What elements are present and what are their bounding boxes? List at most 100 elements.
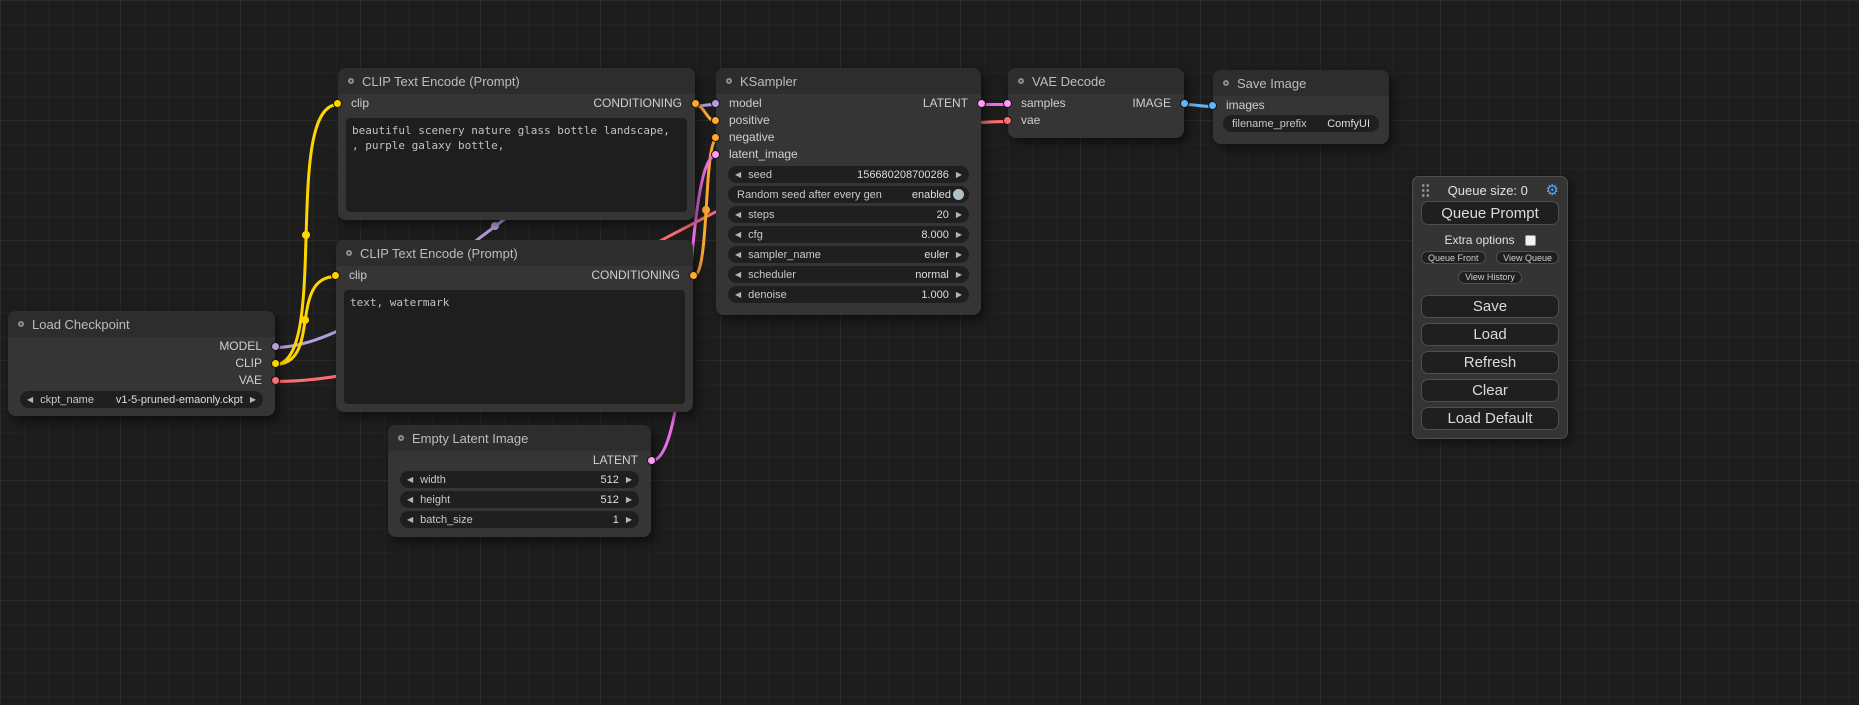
decrement-arrow-icon[interactable]: ◀	[735, 211, 741, 219]
node-header[interactable]: KSampler	[716, 68, 981, 94]
output-label-conditioning: CONDITIONING	[593, 96, 682, 110]
collapse-dot-icon[interactable]	[726, 78, 732, 84]
collapse-dot-icon[interactable]	[346, 250, 352, 256]
clip-output-port[interactable]	[271, 359, 280, 368]
widget-cfg[interactable]: ◀ cfg 8.000 ▶	[728, 226, 969, 243]
decrement-arrow-icon[interactable]: ◀	[735, 291, 741, 299]
decrement-arrow-icon[interactable]: ◀	[735, 271, 741, 279]
widget-seed[interactable]: ◀ seed 156680208700286 ▶	[728, 166, 969, 183]
widget-filename-prefix[interactable]: filename_prefix ComfyUI	[1223, 115, 1379, 132]
vae-output-port[interactable]	[271, 376, 280, 385]
widget-name: steps	[748, 209, 774, 221]
widget-sampler-name[interactable]: ◀ sampler_name euler ▶	[728, 246, 969, 263]
collapse-dot-icon[interactable]	[18, 321, 24, 327]
increment-arrow-icon[interactable]: ▶	[956, 211, 962, 219]
output-label-latent: LATENT	[593, 453, 638, 467]
output-label-clip: CLIP	[235, 356, 262, 370]
widget-scheduler[interactable]: ◀ scheduler normal ▶	[728, 266, 969, 283]
decrement-arrow-icon[interactable]: ◀	[27, 396, 33, 404]
extra-options-checkbox[interactable]	[1525, 235, 1536, 246]
widget-denoise[interactable]: ◀ denoise 1.000 ▶	[728, 286, 969, 303]
node-header[interactable]: VAE Decode	[1008, 68, 1184, 94]
node-header[interactable]: Load Checkpoint	[8, 311, 275, 337]
image-output-port[interactable]	[1180, 99, 1189, 108]
widget-name: height	[420, 494, 450, 506]
toggle-knob-icon[interactable]	[953, 189, 964, 200]
decrement-arrow-icon[interactable]: ◀	[407, 476, 413, 484]
conditioning-output-port[interactable]	[691, 99, 700, 108]
queue-front-button[interactable]: Queue Front	[1421, 251, 1486, 264]
model-output-port[interactable]	[271, 342, 280, 351]
negative-prompt-input[interactable]: text, watermark	[344, 290, 685, 404]
increment-arrow-icon[interactable]: ▶	[250, 396, 256, 404]
input-label-images: images	[1226, 98, 1265, 112]
node-empty-latent-image[interactable]: Empty Latent Image LATENT ◀ width 512 ▶ …	[388, 425, 651, 537]
decrement-arrow-icon[interactable]: ◀	[735, 171, 741, 179]
latent-output-port[interactable]	[647, 456, 656, 465]
node-vae-decode[interactable]: VAE Decode samples IMAGE vae	[1008, 68, 1184, 138]
node-title: CLIP Text Encode (Prompt)	[360, 246, 518, 261]
increment-arrow-icon[interactable]: ▶	[956, 271, 962, 279]
increment-arrow-icon[interactable]: ▶	[956, 251, 962, 259]
widget-value: 20	[937, 209, 949, 221]
refresh-button[interactable]: Refresh	[1421, 351, 1559, 374]
collapse-dot-icon[interactable]	[1018, 78, 1024, 84]
input-label-clip: clip	[349, 268, 367, 282]
collapse-dot-icon[interactable]	[1223, 80, 1229, 86]
negative-input-port[interactable]	[711, 133, 720, 142]
positive-prompt-input[interactable]: beautiful scenery nature glass bottle la…	[346, 118, 687, 212]
widget-steps[interactable]: ◀ steps 20 ▶	[728, 206, 969, 223]
clear-button[interactable]: Clear	[1421, 379, 1559, 402]
increment-arrow-icon[interactable]: ▶	[956, 171, 962, 179]
node-header[interactable]: CLIP Text Encode (Prompt)	[336, 240, 693, 266]
vae-input-port[interactable]	[1003, 116, 1012, 125]
view-queue-button[interactable]: View Queue	[1496, 251, 1559, 264]
drag-handle-icon[interactable]	[1421, 182, 1430, 198]
node-clip-text-encode-negative[interactable]: CLIP Text Encode (Prompt) clip CONDITION…	[336, 240, 693, 412]
widget-batch-size[interactable]: ◀ batch_size 1 ▶	[400, 511, 639, 528]
conditioning-output-port[interactable]	[689, 271, 698, 280]
images-input-port[interactable]	[1208, 101, 1217, 110]
increment-arrow-icon[interactable]: ▶	[956, 291, 962, 299]
node-header[interactable]: Save Image	[1213, 70, 1389, 96]
widget-random-seed-toggle[interactable]: Random seed after every gen enabled	[728, 186, 969, 203]
decrement-arrow-icon[interactable]: ◀	[407, 496, 413, 504]
node-ksampler[interactable]: KSampler model LATENT positive negative …	[716, 68, 981, 315]
clip-input-port[interactable]	[333, 99, 342, 108]
node-title: Save Image	[1237, 76, 1306, 91]
widget-width[interactable]: ◀ width 512 ▶	[400, 471, 639, 488]
increment-arrow-icon[interactable]: ▶	[626, 476, 632, 484]
save-button[interactable]: Save	[1421, 295, 1559, 318]
increment-arrow-icon[interactable]: ▶	[956, 231, 962, 239]
positive-input-port[interactable]	[711, 116, 720, 125]
decrement-arrow-icon[interactable]: ◀	[735, 231, 741, 239]
settings-gear-icon[interactable]: ⚙	[1546, 181, 1559, 199]
load-default-button[interactable]: Load Default	[1421, 407, 1559, 430]
queue-prompt-button[interactable]: Queue Prompt	[1421, 201, 1559, 225]
node-load-checkpoint[interactable]: Load Checkpoint MODEL CLIP VAE ◀ ckpt_na…	[8, 311, 275, 416]
view-history-button[interactable]: View History	[1458, 271, 1522, 284]
node-clip-text-encode-positive[interactable]: CLIP Text Encode (Prompt) clip CONDITION…	[338, 68, 695, 220]
load-button[interactable]: Load	[1421, 323, 1559, 346]
output-label-model: MODEL	[219, 339, 262, 353]
latent-output-port[interactable]	[977, 99, 986, 108]
model-input-port[interactable]	[711, 99, 720, 108]
queue-size-label: Queue size: 0	[1430, 183, 1546, 198]
widget-name: seed	[748, 169, 772, 181]
collapse-dot-icon[interactable]	[398, 435, 404, 441]
collapse-dot-icon[interactable]	[348, 78, 354, 84]
samples-input-port[interactable]	[1003, 99, 1012, 108]
widget-height[interactable]: ◀ height 512 ▶	[400, 491, 639, 508]
widget-ckpt-name[interactable]: ◀ ckpt_name v1-5-pruned-emaonly.ckpt ▶	[20, 391, 263, 408]
node-header[interactable]: CLIP Text Encode (Prompt)	[338, 68, 695, 94]
increment-arrow-icon[interactable]: ▶	[626, 496, 632, 504]
input-label-model: model	[729, 96, 762, 110]
decrement-arrow-icon[interactable]: ◀	[407, 516, 413, 524]
increment-arrow-icon[interactable]: ▶	[626, 516, 632, 524]
widget-name: scheduler	[748, 269, 796, 281]
latent-image-input-port[interactable]	[711, 150, 720, 159]
node-header[interactable]: Empty Latent Image	[388, 425, 651, 451]
clip-input-port[interactable]	[331, 271, 340, 280]
node-save-image[interactable]: Save Image images filename_prefix ComfyU…	[1213, 70, 1389, 144]
decrement-arrow-icon[interactable]: ◀	[735, 251, 741, 259]
